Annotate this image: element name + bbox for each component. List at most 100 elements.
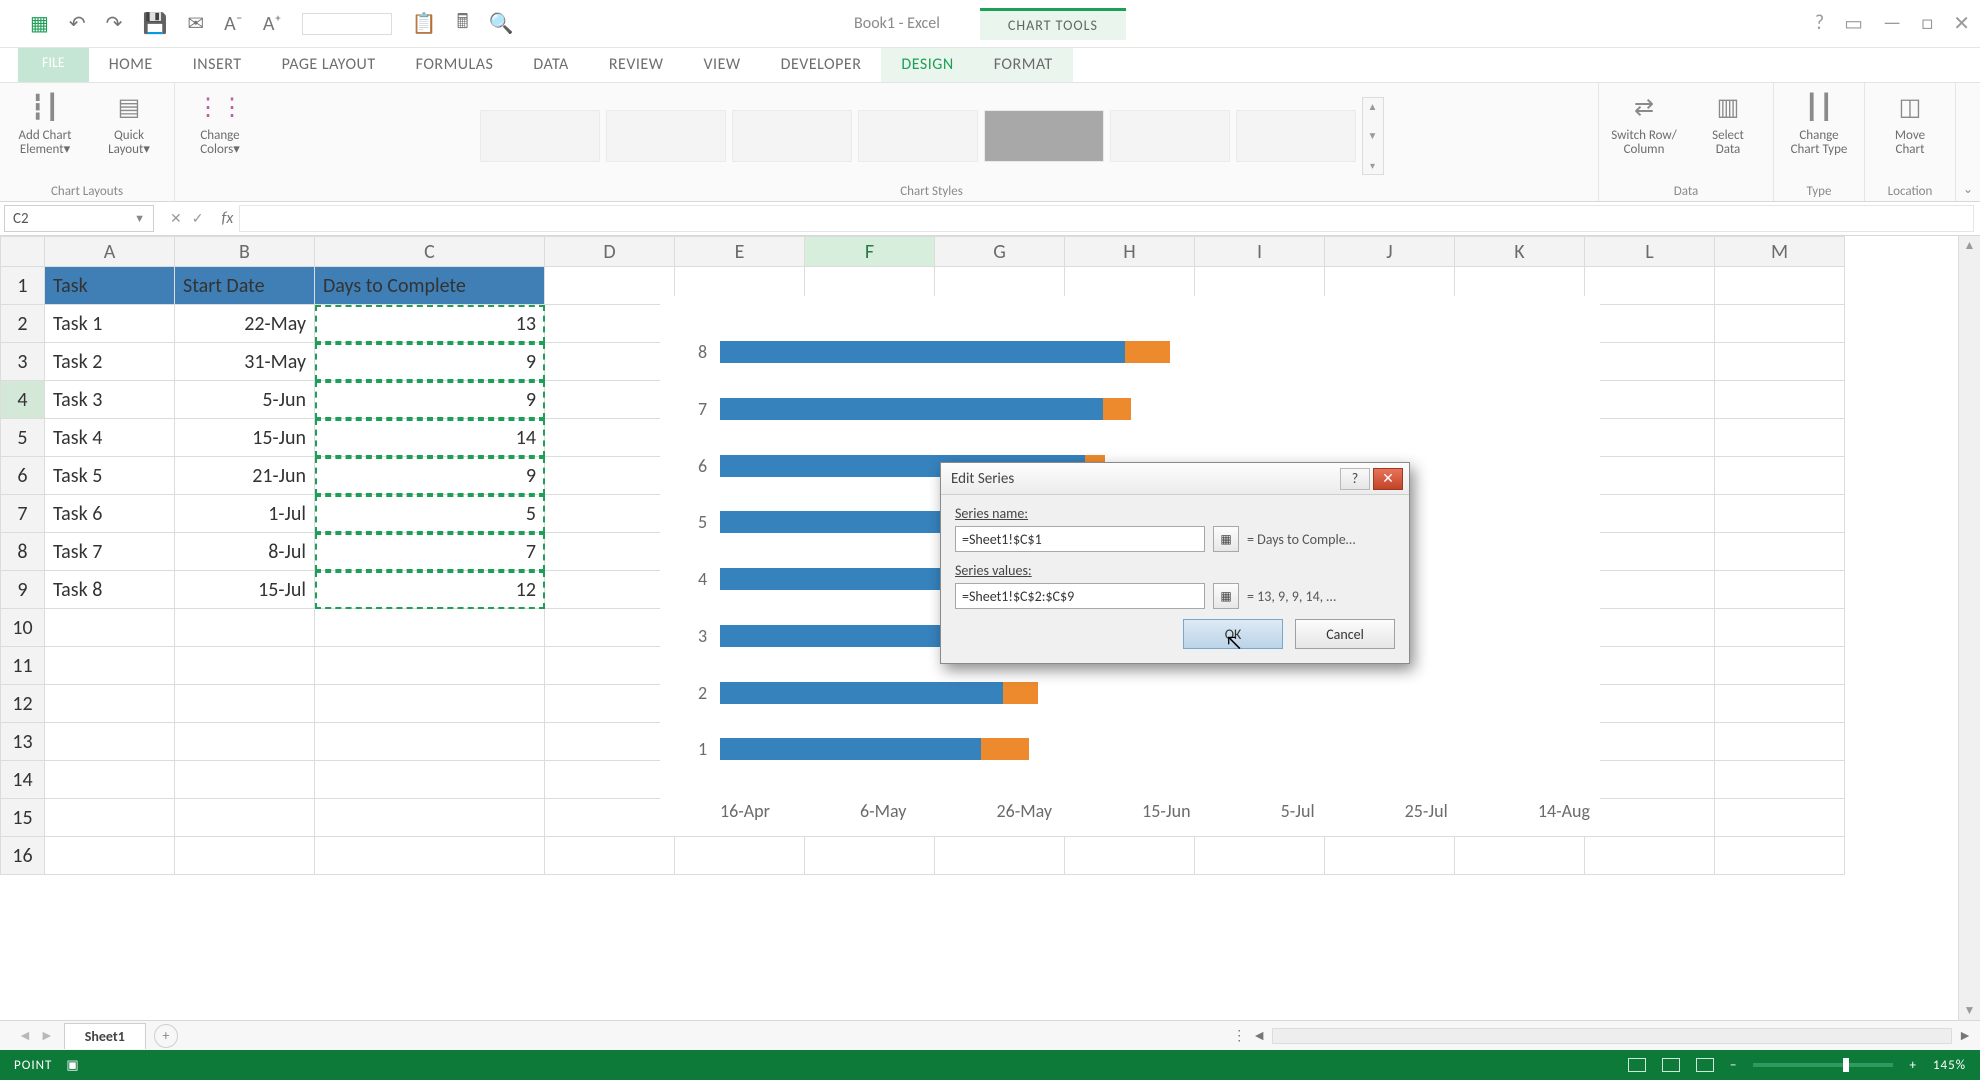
save-icon[interactable]: 💾	[142, 11, 167, 36]
cell[interactable]	[1585, 343, 1715, 381]
cell[interactable]	[1715, 761, 1845, 799]
table-cell[interactable]	[175, 799, 315, 837]
tab-file[interactable]: FILE	[18, 48, 89, 82]
column-header-J[interactable]: J	[1325, 237, 1455, 267]
table-cell[interactable]: 13	[315, 305, 545, 343]
column-header-E[interactable]: E	[675, 237, 805, 267]
table-cell[interactable]	[315, 609, 545, 647]
cell[interactable]	[545, 495, 675, 533]
column-header-M[interactable]: M	[1715, 237, 1845, 267]
chart-style-7[interactable]	[1236, 110, 1356, 162]
table-cell[interactable]: Task 3	[45, 381, 175, 419]
table-cell[interactable]	[315, 761, 545, 799]
cell[interactable]	[545, 723, 675, 761]
cell[interactable]	[1585, 647, 1715, 685]
tab-page-layout[interactable]: PAGE LAYOUT	[262, 48, 396, 82]
table-cell[interactable]	[175, 723, 315, 761]
column-header-F[interactable]: F	[805, 237, 935, 267]
chevron-down-icon[interactable]: ▼	[134, 212, 145, 225]
chart-style-5[interactable]	[984, 110, 1104, 162]
cell[interactable]	[1715, 647, 1845, 685]
cell[interactable]	[1585, 837, 1715, 875]
table-cell[interactable]: 8-Jul	[175, 533, 315, 571]
cell[interactable]	[1585, 799, 1715, 837]
table-cell[interactable]: 7	[315, 533, 545, 571]
cell[interactable]	[1585, 723, 1715, 761]
cell[interactable]	[1585, 609, 1715, 647]
cell[interactable]	[545, 267, 675, 305]
row-header[interactable]: 13	[1, 723, 45, 761]
table-cell[interactable]: 14	[315, 419, 545, 457]
series-name-input[interactable]	[955, 526, 1205, 552]
fx-icon[interactable]: fx	[215, 202, 239, 235]
chart-style-3[interactable]	[732, 110, 852, 162]
row-header[interactable]: 9	[1, 571, 45, 609]
table-cell[interactable]	[315, 837, 545, 875]
cell[interactable]	[1715, 723, 1845, 761]
vertical-scrollbar[interactable]: ▲▼	[1958, 236, 1980, 1020]
table-cell[interactable]	[45, 761, 175, 799]
cell[interactable]	[1715, 381, 1845, 419]
cell[interactable]	[545, 305, 675, 343]
change-chart-type-button[interactable]: ┃┃Change Chart Type	[1784, 89, 1854, 156]
column-header-D[interactable]: D	[545, 237, 675, 267]
table-cell[interactable]	[315, 723, 545, 761]
chart-style-1[interactable]	[480, 110, 600, 162]
zoom-icon[interactable]: 🔍	[489, 11, 514, 36]
minimize-icon[interactable]: —	[1883, 11, 1901, 36]
table-cell[interactable]	[315, 647, 545, 685]
name-box[interactable]: C2▼	[4, 205, 154, 232]
dialog-close-button[interactable]: ✕	[1373, 468, 1403, 490]
table-cell[interactable]: 9	[315, 381, 545, 419]
tab-insert[interactable]: INSERT	[173, 48, 262, 82]
cell[interactable]	[1715, 533, 1845, 571]
enter-formula-icon[interactable]: ✓	[192, 210, 204, 227]
page-break-view-icon[interactable]	[1696, 1058, 1714, 1072]
zoom-slider[interactable]	[1753, 1063, 1893, 1067]
cell[interactable]	[1065, 837, 1195, 875]
cell[interactable]	[1715, 799, 1845, 837]
column-header-B[interactable]: B	[175, 237, 315, 267]
column-header-L[interactable]: L	[1585, 237, 1715, 267]
tab-home[interactable]: HOME	[89, 48, 173, 82]
row-header[interactable]: 16	[1, 837, 45, 875]
bar-start-date[interactable]	[720, 341, 1125, 363]
cell[interactable]	[1585, 267, 1715, 305]
horizontal-scrollbar[interactable]	[1272, 1028, 1952, 1044]
dialog-help-button[interactable]: ?	[1340, 468, 1370, 490]
chart-style-2[interactable]	[606, 110, 726, 162]
cell[interactable]	[1715, 457, 1845, 495]
normal-view-icon[interactable]	[1628, 1058, 1646, 1072]
cell[interactable]	[1585, 761, 1715, 799]
zoom-in-icon[interactable]: +	[1909, 1058, 1916, 1073]
bar-start-date[interactable]	[720, 738, 981, 760]
formula-input[interactable]	[239, 205, 1974, 232]
redo-icon[interactable]: ↷	[106, 11, 123, 36]
cell[interactable]	[545, 761, 675, 799]
column-header-I[interactable]: I	[1195, 237, 1325, 267]
row-header[interactable]: 4	[1, 381, 45, 419]
tab-developer[interactable]: DEVELOPER	[761, 48, 882, 82]
select-all-cell[interactable]	[1, 237, 45, 267]
table-cell[interactable]: 9	[315, 343, 545, 381]
row-header[interactable]: 5	[1, 419, 45, 457]
cell[interactable]	[1715, 305, 1845, 343]
table-cell[interactable]	[315, 799, 545, 837]
sheet-nav-prev-icon[interactable]: ◄	[18, 1027, 32, 1044]
cell[interactable]	[935, 837, 1065, 875]
table-header-cell[interactable]: Days to Complete	[315, 267, 545, 305]
cell[interactable]	[1325, 837, 1455, 875]
tab-formulas[interactable]: FORMULAS	[396, 48, 514, 82]
table-cell[interactable]: 9	[315, 457, 545, 495]
cell[interactable]	[1585, 533, 1715, 571]
add-chart-element-button[interactable]: ┇┃Add Chart Element▾	[10, 89, 80, 156]
cell[interactable]	[1585, 685, 1715, 723]
cell[interactable]	[1455, 837, 1585, 875]
tab-format[interactable]: FORMAT	[974, 48, 1073, 82]
table-cell[interactable]: 5	[315, 495, 545, 533]
cell[interactable]	[1715, 837, 1845, 875]
maximize-icon[interactable]: □	[1921, 11, 1933, 36]
change-colors-button[interactable]: ⋮⋮Change Colors▾	[185, 89, 255, 156]
column-header-K[interactable]: K	[1455, 237, 1585, 267]
ribbon-display-options-icon[interactable]: ▭	[1844, 11, 1863, 36]
